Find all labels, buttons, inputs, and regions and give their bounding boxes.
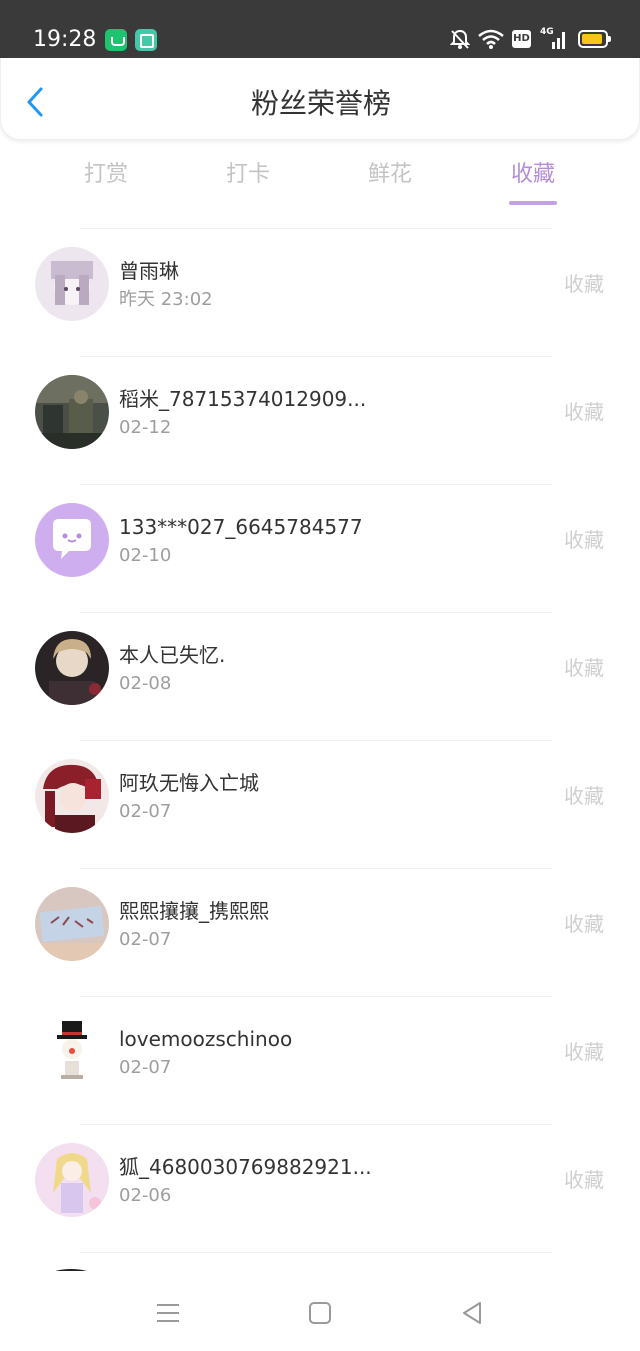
home-square-icon[interactable] [306,1299,334,1327]
fan-date: 02-10 [119,545,172,566]
app-green-icon [105,29,127,51]
tab-reward[interactable]: 打赏 [46,160,166,190]
system-nav-bar [0,1271,640,1351]
page-title: 粉丝荣誉榜 [250,87,391,120]
wifi-icon [478,29,504,49]
divider [80,228,552,229]
avatar [35,887,109,961]
avatar [35,1015,109,1089]
fan-name: 曾雨琳 [119,259,179,283]
hd-badge: HD [512,30,531,48]
favorite-label[interactable]: 收藏 [564,1039,604,1065]
status-time: 19:28 [33,27,97,52]
avatar [35,631,109,705]
fan-name: 狐_4680030769882921... [119,1155,372,1179]
favorite-label[interactable]: 收藏 [564,527,604,553]
app-teal-icon [135,29,157,51]
divider [80,996,552,997]
divider [80,1252,552,1253]
favorite-label[interactable]: 收藏 [564,783,604,809]
list-item[interactable]: lovemoozschinoo 02-07 收藏 [0,996,640,1124]
back-triangle-icon[interactable] [458,1299,486,1327]
tab-bar: 打赏 打卡 鲜花 收藏 [0,140,640,215]
favorite-label[interactable]: 收藏 [564,271,604,297]
signal-icon [552,32,565,49]
header: 粉丝荣誉榜 [0,58,640,140]
list-item[interactable]: 狐_4680030769882921... 02-06 收藏 [0,1124,640,1252]
divider [80,1124,552,1125]
list-item[interactable]: 本人已失忆. 02-08 收藏 [0,612,640,740]
divider [80,740,552,741]
tab-flowers[interactable]: 鲜花 [330,160,450,190]
list-item[interactable]: 熙熙攘攘_携熙熙 02-07 收藏 [0,868,640,996]
divider [80,356,552,357]
menu-icon[interactable] [154,1299,182,1327]
list-item[interactable]: 稻米_78715374012909... 02-12 收藏 [0,356,640,484]
list-item-partial [0,1252,640,1272]
divider [80,484,552,485]
avatar [35,247,109,321]
fan-name: 稻米_78715374012909... [119,387,367,411]
avatar [35,759,109,833]
list-item[interactable]: 133***027_6645784577 02-10 收藏 [0,484,640,612]
list-item[interactable]: 阿玖无悔入亡城 02-07 收藏 [0,740,640,868]
fan-date: 02-08 [119,673,172,694]
tab-checkin[interactable]: 打卡 [188,160,308,190]
fan-date: 02-07 [119,1057,172,1078]
fan-date: 02-07 [119,801,172,822]
tab-favorites[interactable]: 收藏 [473,160,593,190]
bell-muted-icon [450,29,470,49]
fan-name: 阿玖无悔入亡城 [119,771,259,795]
fan-date: 02-07 [119,929,172,950]
fan-name: lovemoozschinoo [119,1027,293,1051]
divider [80,612,552,613]
fan-name: 本人已失忆. [119,643,226,667]
favorite-label[interactable]: 收藏 [564,655,604,681]
avatar [35,1143,109,1217]
avatar [35,375,109,449]
fan-date: 02-06 [119,1185,172,1206]
favorite-label[interactable]: 收藏 [564,911,604,937]
list-item[interactable]: 曾雨琳 昨天 23:02 收藏 [0,228,640,356]
fan-name: 熙熙攘攘_携熙熙 [119,899,269,923]
avatar [35,503,109,577]
status-bar: 19:28 HD 4G [0,0,640,58]
fan-name: 133***027_6645784577 [119,515,363,539]
favorite-label[interactable]: 收藏 [564,1167,604,1193]
divider [80,868,552,869]
favorite-label[interactable]: 收藏 [564,399,604,425]
tab-active-indicator [509,201,557,205]
battery-icon [578,30,611,48]
fan-date: 02-12 [119,417,172,438]
fan-date: 昨天 23:02 [119,289,213,310]
